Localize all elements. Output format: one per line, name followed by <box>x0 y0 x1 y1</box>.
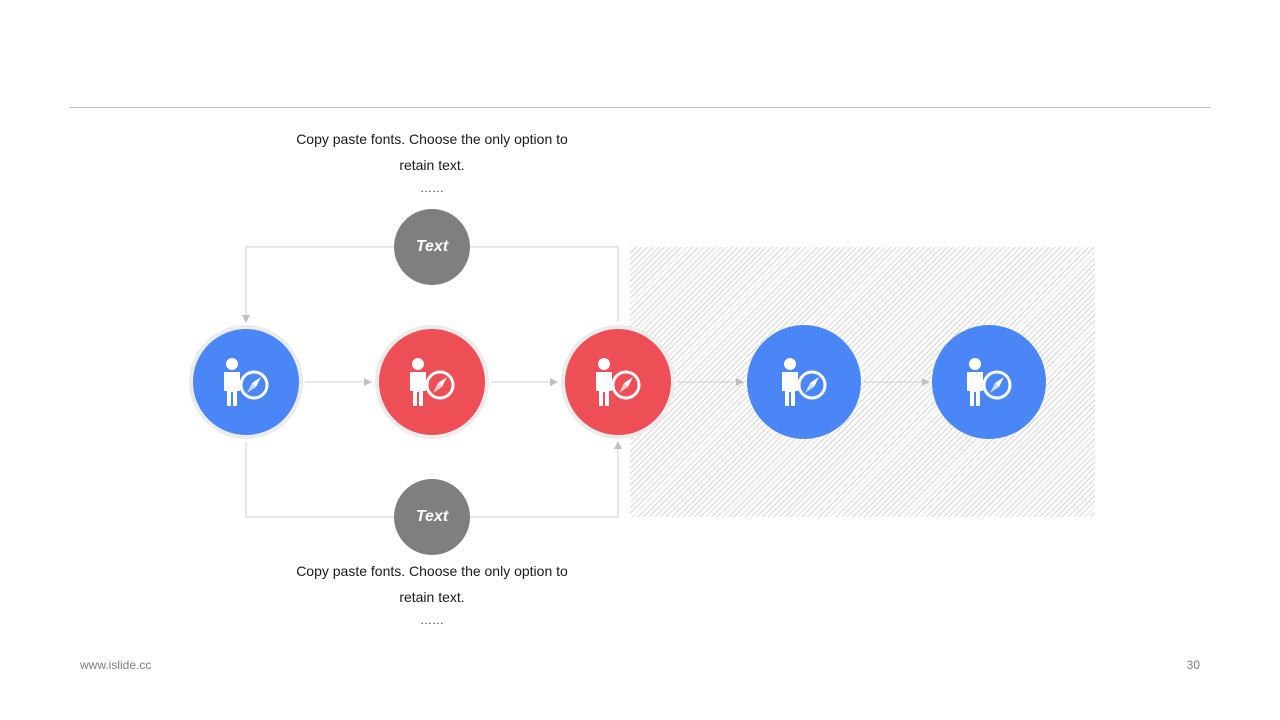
top-text-circle: Text <box>394 209 470 285</box>
top-caption: Copy paste fonts. Choose the only option… <box>272 126 592 198</box>
person-compass-icon <box>782 358 827 406</box>
page-number: 30 <box>1186 658 1200 672</box>
bottom-caption-dots: …… <box>420 613 444 627</box>
person-compass-icon <box>596 358 641 406</box>
footer-website: www.islide.cc <box>80 658 152 672</box>
step-node-4 <box>747 325 861 439</box>
person-compass-icon <box>967 358 1012 406</box>
bottom-caption-line2: retain text. <box>399 589 465 605</box>
person-compass-icon <box>224 358 269 406</box>
bottom-caption-line1: Copy paste fonts. Choose the only option… <box>296 563 568 579</box>
step-node-5 <box>932 325 1046 439</box>
bottom-caption: Copy paste fonts. Choose the only option… <box>272 558 592 630</box>
top-caption-dots: …… <box>420 181 444 195</box>
top-caption-line1: Copy paste fonts. Choose the only option… <box>296 131 568 147</box>
step-node-2 <box>375 325 489 439</box>
step-node-1 <box>189 325 303 439</box>
bottom-text-circle: Text <box>394 479 470 555</box>
step-node-3 <box>561 325 675 439</box>
top-caption-line2: retain text. <box>399 157 465 173</box>
person-compass-icon <box>410 358 455 406</box>
